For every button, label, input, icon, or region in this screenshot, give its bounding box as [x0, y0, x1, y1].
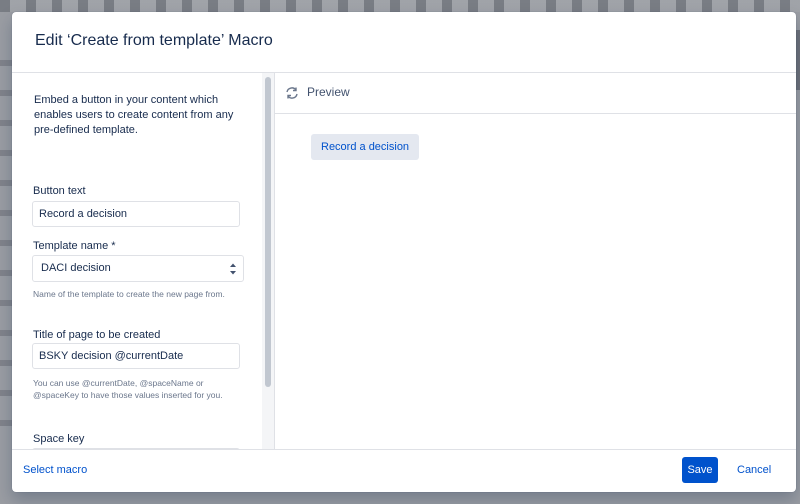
save-button[interactable]: Save	[682, 457, 718, 483]
parameters-scrollbar[interactable]	[262, 73, 274, 449]
preview-header: Preview	[275, 73, 796, 114]
template-name-value: DACI decision	[41, 262, 111, 274]
space-key-input[interactable]	[32, 448, 240, 449]
template-name-select[interactable]: DACI decision	[32, 255, 244, 282]
macro-parameters-panel[interactable]: Embed a button in your content which ena…	[12, 73, 274, 449]
dialog-title: Edit ‘Create from template’ Macro	[35, 32, 273, 49]
page-title-input[interactable]	[32, 343, 240, 369]
background-edge	[796, 30, 800, 90]
panel-divider	[274, 73, 275, 449]
macro-description: Embed a button in your content which ena…	[34, 94, 234, 136]
page-title-label: Title of page to be created	[33, 329, 161, 341]
macro-dialog: Edit ‘Create from template’ Macro Embed …	[12, 12, 796, 492]
space-key-label: Space key	[33, 433, 85, 445]
preview-title: Preview	[307, 85, 350, 99]
cancel-link[interactable]: Cancel	[737, 464, 771, 476]
refresh-icon	[286, 87, 298, 99]
template-name-label: Template name *	[33, 240, 116, 252]
background-toolbar	[0, 0, 800, 12]
button-text-input[interactable]	[32, 201, 240, 227]
button-text-label: Button text	[33, 185, 86, 197]
template-name-help: Name of the template to create the new p…	[33, 289, 225, 299]
select-macro-link[interactable]: Select macro	[23, 464, 87, 476]
dialog-body: Embed a button in your content which ena…	[12, 72, 796, 450]
preview-record-decision-button[interactable]: Record a decision	[311, 134, 420, 160]
page-title-help: You can use @currentDate, @spaceName or …	[33, 378, 223, 400]
up-down-chevron-icon	[230, 263, 236, 275]
scrollbar-thumb[interactable]	[265, 77, 271, 387]
